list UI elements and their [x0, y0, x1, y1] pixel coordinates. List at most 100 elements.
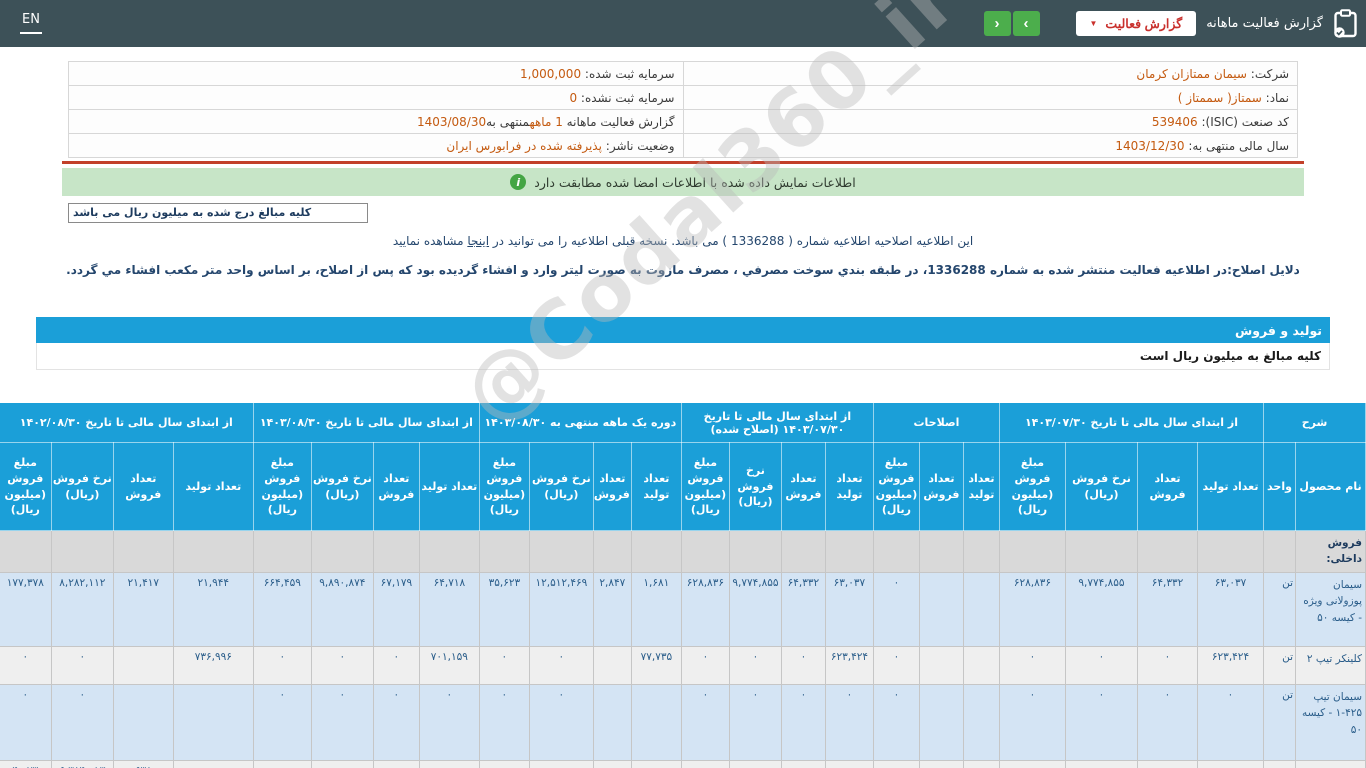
column-header: نرخ فروش (ریال)	[528, 442, 594, 531]
table-cell: ۰	[680, 646, 730, 685]
symbol-label: نماد:	[1265, 90, 1289, 105]
column-header: نرخ فروش (ریال)	[1065, 442, 1138, 531]
column-header: تعداد فروش	[592, 442, 632, 531]
table-cell	[252, 530, 312, 573]
table-cell: ۰	[418, 684, 480, 761]
table-cell	[918, 646, 964, 685]
table-cell	[172, 684, 254, 761]
table-cell	[824, 530, 874, 573]
table-cell: ۴,۰۷۳	[0, 760, 52, 768]
group-header-ytd-0830: از ابتدای سال مالی تا تاریخ ۱۴۰۳/۰۸/۳۰	[252, 402, 480, 443]
group-header-prior-year: از ابتدای سال مالی تا تاریخ ۱۴۰۲/۰۸/۳۰	[0, 402, 254, 443]
table-cell	[1137, 530, 1198, 573]
table-cell	[1263, 530, 1296, 573]
table-cell: ۳۵,۶۲۳	[478, 572, 530, 647]
amendment-reference-line: این اطلاعیه اصلاحیه اطلاعیه شماره ( 1336…	[0, 234, 1366, 248]
report-period-cell: گزارش فعالیت ماهانه 1 ماههمنتهی به1403/0…	[68, 109, 684, 134]
table-cell	[630, 684, 682, 761]
table-cell: ۰	[780, 646, 826, 685]
column-header: تعداد تولید	[1197, 442, 1264, 531]
column-header: تعداد فروش	[1137, 442, 1198, 531]
column-header-product-name: نام محصول	[1295, 442, 1366, 531]
column-header: تعداد تولید	[962, 442, 1000, 531]
table-cell: ۰	[872, 684, 920, 761]
table-cell: ۰	[310, 646, 374, 685]
unregistered-capital-value: 0	[569, 90, 578, 105]
amendment-reason-line: دلایل اصلاح:در اطلاعیه فعالیت منتشر شده …	[66, 263, 1300, 277]
table-cell	[1197, 530, 1264, 573]
table-cell	[630, 760, 682, 768]
unit-cell: تن	[1263, 646, 1296, 685]
group-header-ytd-0730-amended: از ابتدای سال مالی تا تاریخ ۱۴۰۳/۰۷/۳۰ (…	[680, 402, 874, 443]
table-cell	[962, 684, 1000, 761]
table-row-product: سیمان پوزولانی ویژه - کیسه ۵۰ تن ۶۳,۰۳۷ ۶۴…	[0, 572, 1366, 647]
production-sales-table: شرح از ابتدای سال مالی تا تاریخ ۱۴۰۳/۰۷/…	[0, 402, 1366, 768]
table-cell	[172, 760, 254, 768]
table-cell: ۰	[528, 646, 594, 685]
table-cell	[592, 684, 632, 761]
group-header-adjustments: اصلاحات	[872, 402, 1000, 443]
table-cell	[962, 646, 1000, 685]
previous-version-link[interactable]: اینجا	[467, 234, 489, 248]
column-header-unit: واحد	[1263, 442, 1296, 531]
product-name-cell: سیمان تیپ ۴۲۵-۱ - کیسه ۵۰	[1295, 684, 1366, 761]
table-cell: ۰	[1137, 646, 1198, 685]
isic-value: 539406	[1151, 114, 1198, 129]
column-header: مبلغ فروش (میلیون ریال)	[0, 442, 52, 531]
product-name-cell: سیمان پوزولانی ویژه - کیسه ۵۰	[1295, 572, 1366, 647]
table-cell	[528, 530, 594, 573]
table-cell	[962, 530, 1000, 573]
column-header: تعداد تولید	[824, 442, 874, 531]
report-type-dropdown[interactable]: گزارش فعالیت ▼	[1075, 11, 1197, 36]
table-cell: ۰	[998, 684, 1067, 761]
next-announcement-button[interactable]: ›	[1012, 11, 1040, 36]
issuer-status-cell: وضعیت ناشر: پذیرفته شده در فرابورس ایران	[68, 133, 684, 158]
table-cell: ۰	[1197, 760, 1264, 768]
table-cell: ۰	[478, 760, 530, 768]
table-cell: ۰	[50, 684, 114, 761]
announcement-nav: › ‹	[983, 11, 1040, 36]
table-cell	[112, 530, 174, 573]
table-cell: ۰	[372, 646, 420, 685]
info-row: کد صنعت (ISIC): 539406 گزارش فعالیت ماها…	[68, 109, 1298, 134]
table-cell	[0, 530, 52, 573]
table-cell: ۷۷,۷۳۵	[630, 646, 682, 685]
group-header-ytd-0730: از ابتدای سال مالی تا تاریخ ۱۴۰۳/۰۷/۳۰	[998, 402, 1265, 443]
company-info-panel: شرکت: سیمان ممتازان کرمان سرمایه ثبت شده…	[68, 61, 1298, 158]
table-cell: ۰	[872, 572, 920, 647]
company-label: شرکت:	[1250, 66, 1289, 81]
table-cell: ۰	[478, 684, 530, 761]
language-toggle-en[interactable]: EN	[20, 12, 42, 34]
table-cell: ۰	[872, 646, 920, 685]
section-header-production-sales: تولید و فروش	[36, 317, 1330, 343]
table-cell: ۶۷,۱۷۹	[372, 572, 420, 647]
table-row-product: سیمان تن۰۰۰۰۰۰۰۰۰۰۰۰۰۰۰۶۳۸۶,۳۸۴,۰۱۳۴,۰۷۳	[0, 760, 1366, 768]
column-header: تعداد فروش	[780, 442, 826, 531]
table-cell: ۰	[728, 646, 782, 685]
table-cell: ۶۶۴,۴۵۹	[252, 572, 312, 647]
row-group-label: فروش داخلی:	[1295, 530, 1366, 573]
table-cell	[592, 646, 632, 685]
table-cell: ۶۴,۳۳۲	[780, 572, 826, 647]
table-cell	[372, 530, 420, 573]
table-cell: ۰	[824, 760, 874, 768]
prev-announcement-button[interactable]: ‹	[983, 11, 1011, 36]
table-cell: ۱۷۷,۳۷۸	[0, 572, 52, 647]
million-rial-note-box: کلیه مبالغ درج شده به میلیون ریال می باش…	[68, 203, 368, 223]
column-header: تعداد فروش	[372, 442, 420, 531]
table-cell: ۰	[780, 760, 826, 768]
signature-match-banner: اطلاعات نمایش داده شده با اطلاعات امضا ش…	[62, 168, 1304, 196]
table-cell	[310, 530, 374, 573]
table-cell	[918, 572, 964, 647]
table-cell: ۸,۲۸۲,۱۱۲	[50, 572, 114, 647]
table-cell: ۰	[252, 760, 312, 768]
table-cell: ۰	[372, 760, 420, 768]
table-cell: ۰	[252, 684, 312, 761]
table-cell	[592, 530, 632, 573]
table-cell: ۹,۸۹۰,۸۷۴	[310, 572, 374, 647]
unit-cell: تن	[1263, 684, 1296, 761]
report-period-date: 1403/08/30	[416, 114, 487, 129]
table-cell: ۰	[50, 646, 114, 685]
table-cell: ۰	[1065, 684, 1138, 761]
table-cell: ۰	[252, 646, 312, 685]
